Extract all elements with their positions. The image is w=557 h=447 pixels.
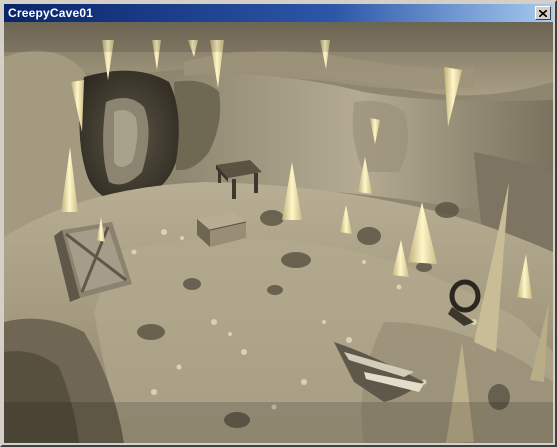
cave-scene	[4, 22, 553, 443]
window-title: CreepyCave01	[8, 6, 94, 20]
3d-viewport[interactable]	[4, 22, 553, 443]
app-window: CreepyCave01	[0, 0, 557, 447]
close-button[interactable]	[535, 6, 551, 20]
close-x-icon	[539, 9, 547, 17]
title-bar[interactable]: CreepyCave01	[4, 4, 553, 22]
